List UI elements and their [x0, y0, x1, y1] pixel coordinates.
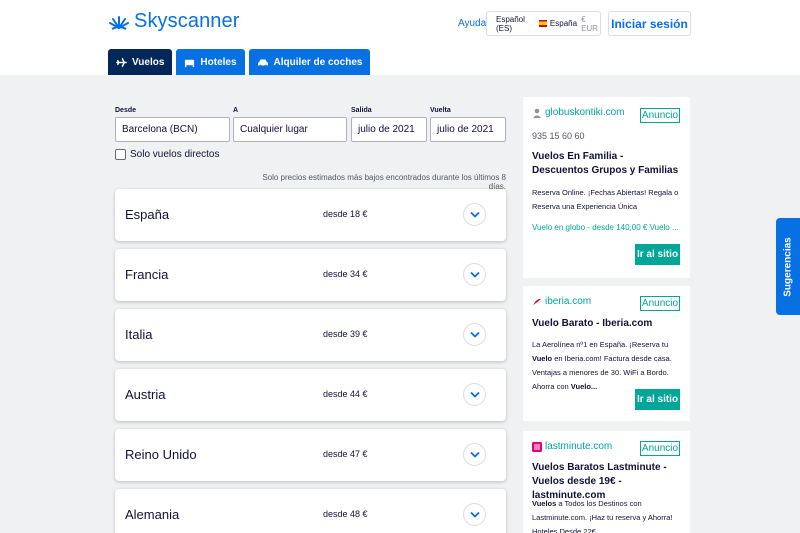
user-icon [533, 108, 541, 118]
ad-badge: Anuncio [640, 108, 680, 123]
chevron-down-icon [469, 511, 480, 518]
lastminute-logo-icon [532, 441, 542, 452]
chevron-down-icon [469, 211, 480, 218]
help-link[interactable]: Ayuda [458, 18, 486, 29]
ad-cta-button[interactable]: Ir al sitio [635, 389, 680, 410]
destination-name: Alemania [125, 507, 180, 522]
ad-title[interactable]: Vuelos En Familia - Descuentos Grupos y … [532, 150, 682, 178]
tab-hotels[interactable]: Hoteles [176, 49, 245, 75]
chevron-down-icon [469, 391, 480, 398]
ad-card-lastminute: lastminute.com Anuncio Vuelos Baratos La… [523, 431, 690, 533]
destination-card[interactable]: España desde 18 € [115, 189, 506, 241]
destination-name: Reino Unido [125, 447, 197, 462]
locale-selector[interactable]: Español (ES) España € EUR [486, 11, 601, 36]
brand-name: Skyscanner [134, 10, 240, 32]
suggestions-tab[interactable]: Sugerencias [776, 218, 800, 315]
expand-button[interactable] [463, 263, 486, 286]
country-label: España [549, 19, 578, 28]
ad-source-label: lastminute.com [545, 441, 613, 452]
ad-source-label: globuskontiki.com [545, 107, 625, 118]
car-icon [257, 59, 268, 67]
chevron-down-icon [469, 331, 480, 338]
ad-description: Reserva Online. ¡Fechas Abiertas! Regala… [532, 188, 679, 211]
ad-badge: Anuncio [640, 441, 680, 456]
from-field[interactable]: Barcelona (BCN) [115, 117, 230, 142]
tab-flights-label: Vuelos [132, 56, 165, 68]
return-label: Vuelta [430, 107, 451, 114]
from-label: Desde [115, 107, 137, 114]
ad-title[interactable]: Vuelo Barato - Iberia.com [532, 317, 682, 331]
destination-card[interactable]: Austria desde 44 € [115, 369, 506, 421]
ad-sitelink[interactable]: Vuelo en globo - desde 140,00 € Vuelo ..… [532, 223, 679, 232]
depart-date-field[interactable]: julio de 2021 [351, 117, 427, 142]
ad-source[interactable]: iberia.com [532, 296, 591, 307]
tab-car-hire[interactable]: Alquiler de coches [248, 49, 371, 75]
sunrise-logo-icon [109, 15, 129, 30]
spain-flag-icon [538, 20, 547, 27]
ad-description: Vuelos a Todos los Destinos con Lastminu… [532, 499, 673, 533]
ad-description: La Aerolínea nº1 en España. ¡Reserva tu … [532, 340, 672, 391]
destination-price: desde 44 € [323, 389, 368, 399]
currency-label: € EUR [581, 14, 598, 33]
tab-flights[interactable]: Vuelos [108, 49, 173, 75]
return-date-field[interactable]: julio de 2021 [430, 117, 506, 142]
expand-button[interactable] [463, 503, 486, 526]
destination-name: Francia [125, 267, 169, 282]
destination-card[interactable]: Francia desde 34 € [115, 249, 506, 301]
expand-button[interactable] [463, 323, 486, 346]
top-header: Skyscanner Ayuda Español (ES) España € E… [0, 0, 800, 75]
expand-button[interactable] [463, 203, 486, 226]
destination-name: Italia [125, 327, 153, 342]
destination-card[interactable]: Alemania desde 48 € [115, 489, 506, 533]
tab-car-hire-label: Alquiler de coches [273, 56, 363, 68]
direct-flights-checkbox[interactable] [115, 149, 126, 160]
expand-button[interactable] [463, 443, 486, 466]
destination-price: desde 34 € [323, 269, 368, 279]
ad-cta-button[interactable]: Ir al sitio [635, 244, 680, 265]
bed-icon [185, 59, 195, 67]
ad-card-iberia: iberia.com Anuncio Vuelo Barato - Iberia… [523, 286, 690, 421]
destination-price: desde 18 € [323, 209, 368, 219]
ad-source[interactable]: globuskontiki.com [532, 107, 624, 118]
suggestions-label: Sugerencias [782, 236, 794, 297]
language-label: Español (ES) [496, 14, 525, 33]
destination-card[interactable]: Italia desde 39 € [115, 309, 506, 361]
to-label: A [233, 107, 239, 114]
expand-button[interactable] [463, 383, 486, 406]
ad-source[interactable]: lastminute.com [532, 441, 612, 452]
tab-hotels-label: Hoteles [200, 56, 237, 68]
destination-name: España [125, 207, 170, 222]
direct-flights-option[interactable]: Solo vuelos directos [115, 149, 220, 160]
login-button[interactable]: Iniciar sesión [608, 11, 691, 36]
ad-source-label: iberia.com [545, 296, 592, 307]
skyscanner-logo[interactable]: Skyscanner [108, 10, 240, 33]
destination-card[interactable]: Reino Unido desde 47 € [115, 429, 506, 481]
chevron-down-icon [469, 271, 480, 278]
iberia-logo-icon [533, 298, 541, 305]
destination-price: desde 39 € [323, 329, 368, 339]
ad-card-globuskontiki: globuskontiki.com Anuncio 935 15 60 60 V… [523, 97, 690, 278]
product-tabs: Vuelos Hoteles Alquiler de coches [108, 49, 371, 75]
destination-name: Austria [125, 387, 166, 402]
to-field[interactable]: Cualquier lugar [233, 117, 347, 142]
depart-label: Salida [351, 107, 372, 114]
destination-price: desde 48 € [323, 509, 368, 519]
direct-flights-label: Solo vuelos directos [130, 149, 220, 160]
ad-phone: 935 15 60 60 [532, 131, 585, 141]
chevron-down-icon [469, 451, 480, 458]
destination-price: desde 47 € [323, 449, 368, 459]
plane-icon [116, 57, 127, 67]
ad-badge: Anuncio [640, 296, 680, 311]
